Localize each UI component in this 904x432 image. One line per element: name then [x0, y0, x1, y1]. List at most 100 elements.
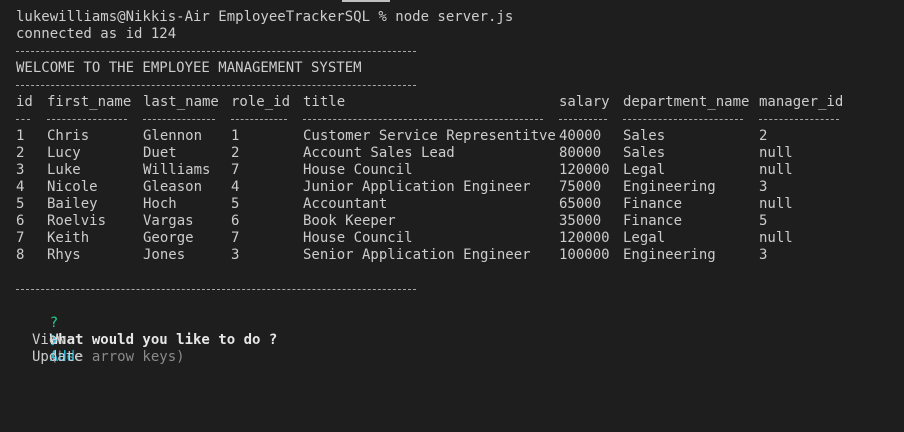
welcome-banner: WELCOME TO THE EMPLOYEE MANAGEMENT SYSTE…: [16, 60, 362, 76]
cell-first-name: Chris: [47, 128, 90, 144]
column-underline: [303, 119, 543, 120]
cell-title: House Council: [303, 230, 413, 246]
table-row: 8 Rhys Jones 3 Senior Application Engine…: [16, 247, 767, 264]
cell-salary: 100000: [559, 247, 610, 263]
cell-first-name: Lucy: [47, 145, 81, 161]
cell-manager-id: null: [759, 145, 793, 161]
column-underline: [759, 119, 839, 120]
cell-last-name: Jones: [143, 247, 186, 263]
menu-option-update[interactable]: Update: [32, 349, 83, 366]
table-row: 2 Lucy Duet 2 Account Sales Lead 80000 S…: [16, 145, 793, 162]
cell-department-name: Engineering: [623, 179, 716, 195]
cell-id: 3: [16, 162, 25, 178]
column-underline: [559, 119, 607, 120]
menu-option-view[interactable]: View: [32, 332, 66, 349]
cell-role-id: 6: [231, 213, 240, 229]
column-underline: [231, 119, 287, 120]
table-row: 1 Chris Glennon 1 Customer Service Repre…: [16, 128, 767, 145]
table-row: 4 Nicole Gleason 4 Junior Application En…: [16, 179, 767, 196]
menu-option-add[interactable]: ❯ Add: [16, 315, 75, 365]
cell-salary: 75000: [559, 179, 602, 195]
cell-id: 5: [16, 196, 25, 212]
column-header-title: title: [303, 94, 346, 110]
cell-title: Senior Application Engineer: [303, 247, 531, 263]
table-row: 6 Roelvis Vargas 6 Book Keeper 35000 Fin…: [16, 213, 767, 230]
cell-role-id: 4: [231, 179, 240, 195]
column-header-manager-id: manager_id: [759, 94, 844, 110]
cell-manager-id: null: [759, 162, 793, 178]
separator-line: [16, 289, 416, 290]
cell-role-id: 2: [231, 145, 240, 161]
cell-manager-id: 3: [759, 247, 768, 263]
cell-title: Accountant: [303, 196, 388, 212]
cell-salary: 80000: [559, 145, 602, 161]
cell-role-id: 5: [231, 196, 240, 212]
cell-last-name: George: [143, 230, 194, 246]
cell-title: Junior Application Engineer: [303, 179, 531, 195]
cell-first-name: Roelvis: [47, 213, 107, 229]
cell-role-id: 3: [231, 247, 240, 263]
cell-id: 4: [16, 179, 25, 195]
cell-department-name: Legal: [623, 162, 666, 178]
column-header-role-id: role_id: [231, 94, 291, 110]
cell-last-name: Hoch: [143, 196, 177, 212]
title-bar-indicator: [342, 0, 390, 2]
cell-salary: 120000: [559, 162, 610, 178]
prompt-question: What would you like to do ?: [49, 332, 278, 348]
cell-last-name: Vargas: [143, 213, 194, 229]
cell-id: 6: [16, 213, 25, 229]
separator-line: [16, 51, 416, 52]
cell-last-name: Williams: [143, 162, 211, 178]
cell-salary: 35000: [559, 213, 602, 229]
cell-title: Account Sales Lead: [303, 145, 455, 161]
cell-first-name: Nicole: [47, 179, 98, 195]
cell-role-id: 1: [231, 128, 240, 144]
table-header: id first_name last_name role_id title sa…: [16, 94, 843, 111]
cell-first-name: Rhys: [47, 247, 81, 263]
cell-department-name: Legal: [623, 230, 666, 246]
cell-manager-id: null: [759, 230, 793, 246]
table-row: 3 Luke Williams 7 House Council 120000 L…: [16, 162, 793, 179]
cell-title: House Council: [303, 162, 413, 178]
column-header-first-name: first_name: [47, 94, 132, 110]
shell-command-line: lukewilliams@Nikkis-Air EmployeeTrackerS…: [16, 9, 514, 25]
cell-role-id: 7: [231, 230, 240, 246]
table-row: 5 Bailey Hoch 5 Accountant 65000 Finance…: [16, 196, 793, 213]
column-underline: [623, 119, 743, 120]
cell-department-name: Sales: [623, 128, 666, 144]
column-underline: [16, 119, 30, 120]
inquirer-prompt: ? What would you like to do ? (Use arrow…: [16, 298, 278, 365]
connection-status: connected as id 124: [16, 26, 177, 42]
column-header-department-name: department_name: [623, 94, 750, 110]
column-underline: [143, 119, 215, 120]
cell-manager-id: 5: [759, 213, 768, 229]
cell-id: 1: [16, 128, 25, 144]
cell-title: Book Keeper: [303, 213, 396, 229]
cell-salary: 120000: [559, 230, 610, 246]
cell-manager-id: 3: [759, 179, 768, 195]
cell-department-name: Engineering: [623, 247, 716, 263]
cell-title: Customer Service Representitve: [303, 128, 556, 144]
column-underline: [47, 119, 127, 120]
cell-first-name: Bailey: [47, 196, 98, 212]
table-row: 7 Keith George 7 House Council 120000 Le…: [16, 230, 793, 247]
cell-id: 8: [16, 247, 25, 263]
cell-id: 2: [16, 145, 25, 161]
cell-department-name: Finance: [623, 196, 683, 212]
cell-manager-id: 2: [759, 128, 768, 144]
column-header-id: id: [16, 94, 33, 110]
cell-department-name: Finance: [623, 213, 683, 229]
cell-id: 7: [16, 230, 25, 246]
column-header-last-name: last_name: [143, 94, 219, 110]
cell-first-name: Luke: [47, 162, 81, 178]
terminal-window[interactable]: lukewilliams@Nikkis-Air EmployeeTrackerS…: [0, 0, 904, 432]
separator-line: [16, 85, 416, 86]
cell-salary: 40000: [559, 128, 602, 144]
cell-role-id: 7: [231, 162, 240, 178]
cell-last-name: Glennon: [143, 128, 203, 144]
cell-manager-id: null: [759, 196, 793, 212]
table-header-underline: [16, 111, 876, 128]
cell-first-name: Keith: [47, 230, 90, 246]
cell-last-name: Duet: [143, 145, 177, 161]
cell-last-name: Gleason: [143, 179, 203, 195]
